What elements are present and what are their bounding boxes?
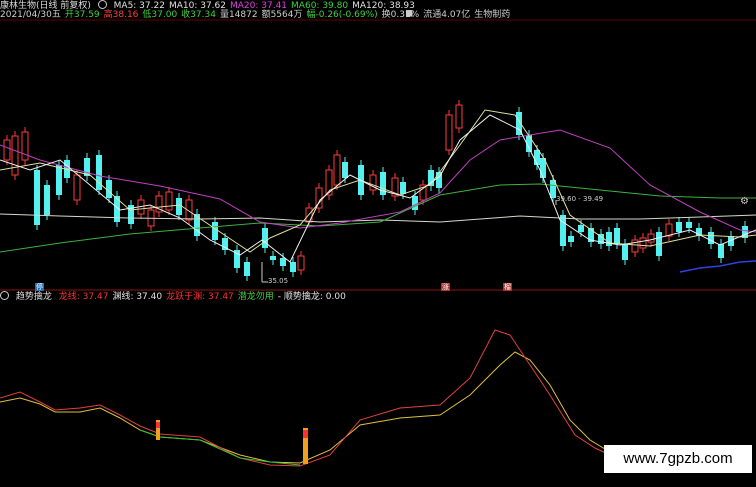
blue-line [679,260,756,273]
ma20-line [0,129,756,233]
quote-value: 生物制药 [474,10,511,20]
ma10-line [0,109,756,253]
low-price-label: 35.05 [268,277,289,285]
candle-body [560,215,566,246]
quote-header: 2021/04/30五 开37.59 高38.16 低37.00 收37.34 量1487… [0,10,518,21]
indicator-panel [0,329,611,467]
candle-body [647,233,655,243]
candle-body [665,223,673,237]
indicator-value: 龙线: 37.47 [58,292,109,302]
indicator-value: 龙跃于渊: 37.47 [166,292,234,302]
quote-value: 量14872 [219,10,258,20]
quote-value: 换0.31% [381,10,420,20]
candles [3,100,748,281]
badge-halt[interactable]: 停 [35,283,44,291]
kline-chart [0,19,756,467]
quote-value: 额5564万 [261,10,303,20]
candle-body [280,258,286,266]
badge-rise[interactable]: 涨 [441,283,450,291]
candle-body [639,237,647,249]
candle-body [455,104,463,129]
candle-body [614,228,620,244]
watermark: www.7gpzb.com [604,445,752,473]
candle-body [445,114,453,151]
indicator-value: - 顺势擒龙: 0.00 [277,292,346,302]
indicator-gear-icon[interactable] [0,291,9,300]
candle-body [622,244,628,260]
candle-body [718,244,724,258]
quote-value: 开37.59 [64,10,100,20]
candle-body [3,139,11,161]
candle-body [534,150,540,165]
quote-value: 流通4.07亿 [423,10,471,20]
candle-body [262,228,268,248]
candle-body [44,185,50,215]
candle-body [73,174,81,201]
quote-value: 幅-0.26(-0.69%) [306,10,378,20]
candle-body [297,255,305,271]
indicator-value: 潜龙勿用 [237,292,274,302]
panel-gear-icon[interactable]: ⚙ [740,196,749,207]
indicator-name: 趋势擒龙 [15,292,52,302]
candle-body [11,135,19,176]
candle-body [56,165,62,195]
ma120-line [0,213,756,223]
badge-event[interactable]: 榴 [503,283,512,291]
candle-body [708,232,714,244]
candle-body [400,182,406,194]
indicator-header: 趋势擒龙 龙线: 37.47 渊线: 37.40 龙跃于渊: 37.47 潜龙勿用 - … [0,291,354,303]
quote-value: 高38.16 [103,10,139,20]
indicator-value: 渊线: 37.40 [112,292,163,302]
candle-body [270,256,276,260]
candle-body [342,162,348,178]
range-label: 39.60 - 39.49 [556,195,604,203]
quote-value: 收37.34 [181,10,216,20]
candle-body [676,222,682,232]
quote-value: 低37.00 [142,10,178,20]
candle-body [290,262,296,272]
candle-body [412,196,418,210]
candle-body [333,154,341,186]
candle-body [212,222,218,240]
quote-value: 2021/04/30五 [0,10,61,20]
candle-body [176,198,182,215]
candle-body [568,236,574,242]
candle-body [21,131,29,161]
candle-body [34,170,40,225]
candle-body [686,222,692,228]
candle-body [578,225,584,232]
settings-gear-icon[interactable] [97,0,107,9]
candle-body [244,262,250,276]
candle-body [106,180,112,198]
candle-body [165,191,173,211]
window-control-icon[interactable]: ◼ [405,8,413,19]
